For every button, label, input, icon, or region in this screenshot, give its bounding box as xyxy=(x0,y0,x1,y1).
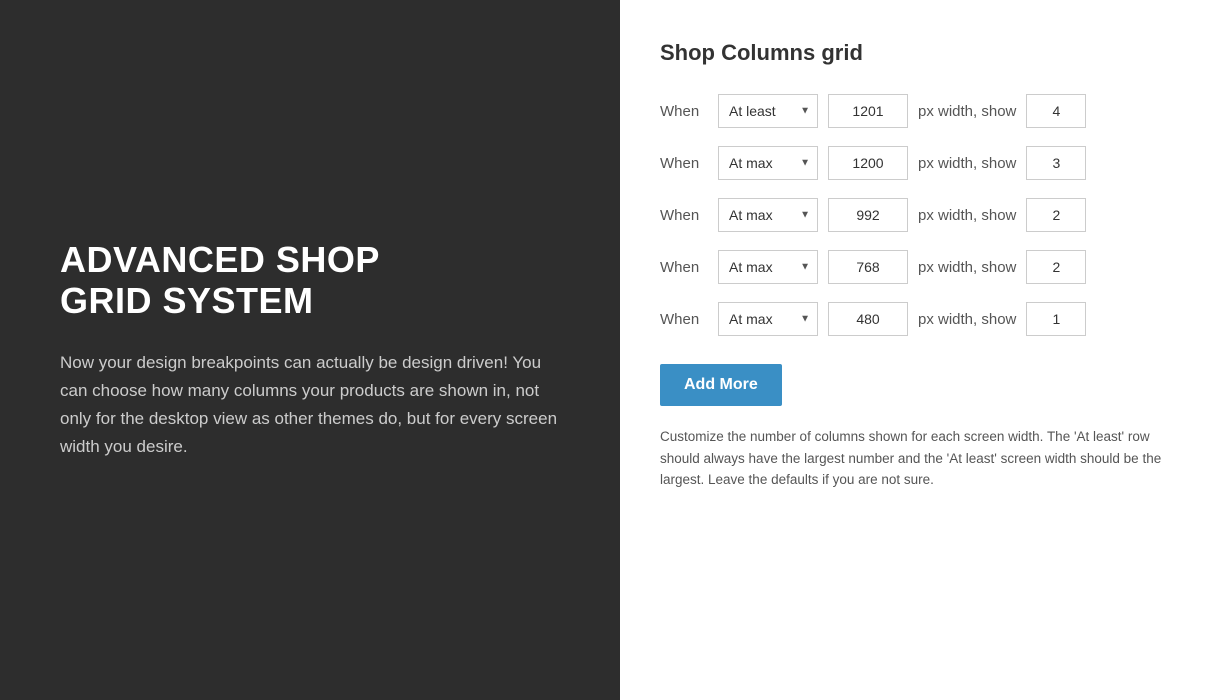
left-panel: ADVANCED SHOP GRID SYSTEM Now your desig… xyxy=(0,0,620,700)
help-text: Customize the number of columns shown fo… xyxy=(660,426,1192,491)
condition-select-2[interactable]: At max At least xyxy=(718,146,818,180)
when-label-3: When xyxy=(660,207,708,224)
when-label-1: When xyxy=(660,103,708,120)
add-more-button[interactable]: Add More xyxy=(660,364,782,406)
px-label-2: px width, show xyxy=(918,155,1016,172)
when-label-5: When xyxy=(660,311,708,328)
condition-select-wrapper-5[interactable]: At max At least ▼ xyxy=(718,302,818,336)
px-label-5: px width, show xyxy=(918,311,1016,328)
main-title: ADVANCED SHOP GRID SYSTEM xyxy=(60,239,560,322)
grid-row-2: When At max At least ▼ px width, show xyxy=(660,146,1192,180)
px-label-1: px width, show xyxy=(918,103,1016,120)
px-input-2[interactable] xyxy=(828,146,908,180)
columns-input-4[interactable] xyxy=(1026,250,1086,284)
condition-select-wrapper-4[interactable]: At max At least ▼ xyxy=(718,250,818,284)
condition-select-1[interactable]: At least At max xyxy=(718,94,818,128)
when-label-4: When xyxy=(660,259,708,276)
columns-input-2[interactable] xyxy=(1026,146,1086,180)
grid-row-1: When At least At max ▼ px width, show xyxy=(660,94,1192,128)
columns-input-3[interactable] xyxy=(1026,198,1086,232)
px-input-4[interactable] xyxy=(828,250,908,284)
grid-row-5: When At max At least ▼ px width, show xyxy=(660,302,1192,336)
section-title: Shop Columns grid xyxy=(660,40,1192,66)
condition-select-3[interactable]: At max At least xyxy=(718,198,818,232)
px-label-3: px width, show xyxy=(918,207,1016,224)
condition-select-5[interactable]: At max At least xyxy=(718,302,818,336)
columns-input-5[interactable] xyxy=(1026,302,1086,336)
columns-input-1[interactable] xyxy=(1026,94,1086,128)
grid-row-4: When At max At least ▼ px width, show xyxy=(660,250,1192,284)
when-label-2: When xyxy=(660,155,708,172)
px-input-3[interactable] xyxy=(828,198,908,232)
description-text: Now your design breakpoints can actually… xyxy=(60,349,560,461)
right-panel: Shop Columns grid When At least At max ▼… xyxy=(620,0,1232,700)
px-input-1[interactable] xyxy=(828,94,908,128)
px-label-4: px width, show xyxy=(918,259,1016,276)
condition-select-wrapper-1[interactable]: At least At max ▼ xyxy=(718,94,818,128)
condition-select-4[interactable]: At max At least xyxy=(718,250,818,284)
grid-row-3: When At max At least ▼ px width, show xyxy=(660,198,1192,232)
px-input-5[interactable] xyxy=(828,302,908,336)
condition-select-wrapper-3[interactable]: At max At least ▼ xyxy=(718,198,818,232)
condition-select-wrapper-2[interactable]: At max At least ▼ xyxy=(718,146,818,180)
